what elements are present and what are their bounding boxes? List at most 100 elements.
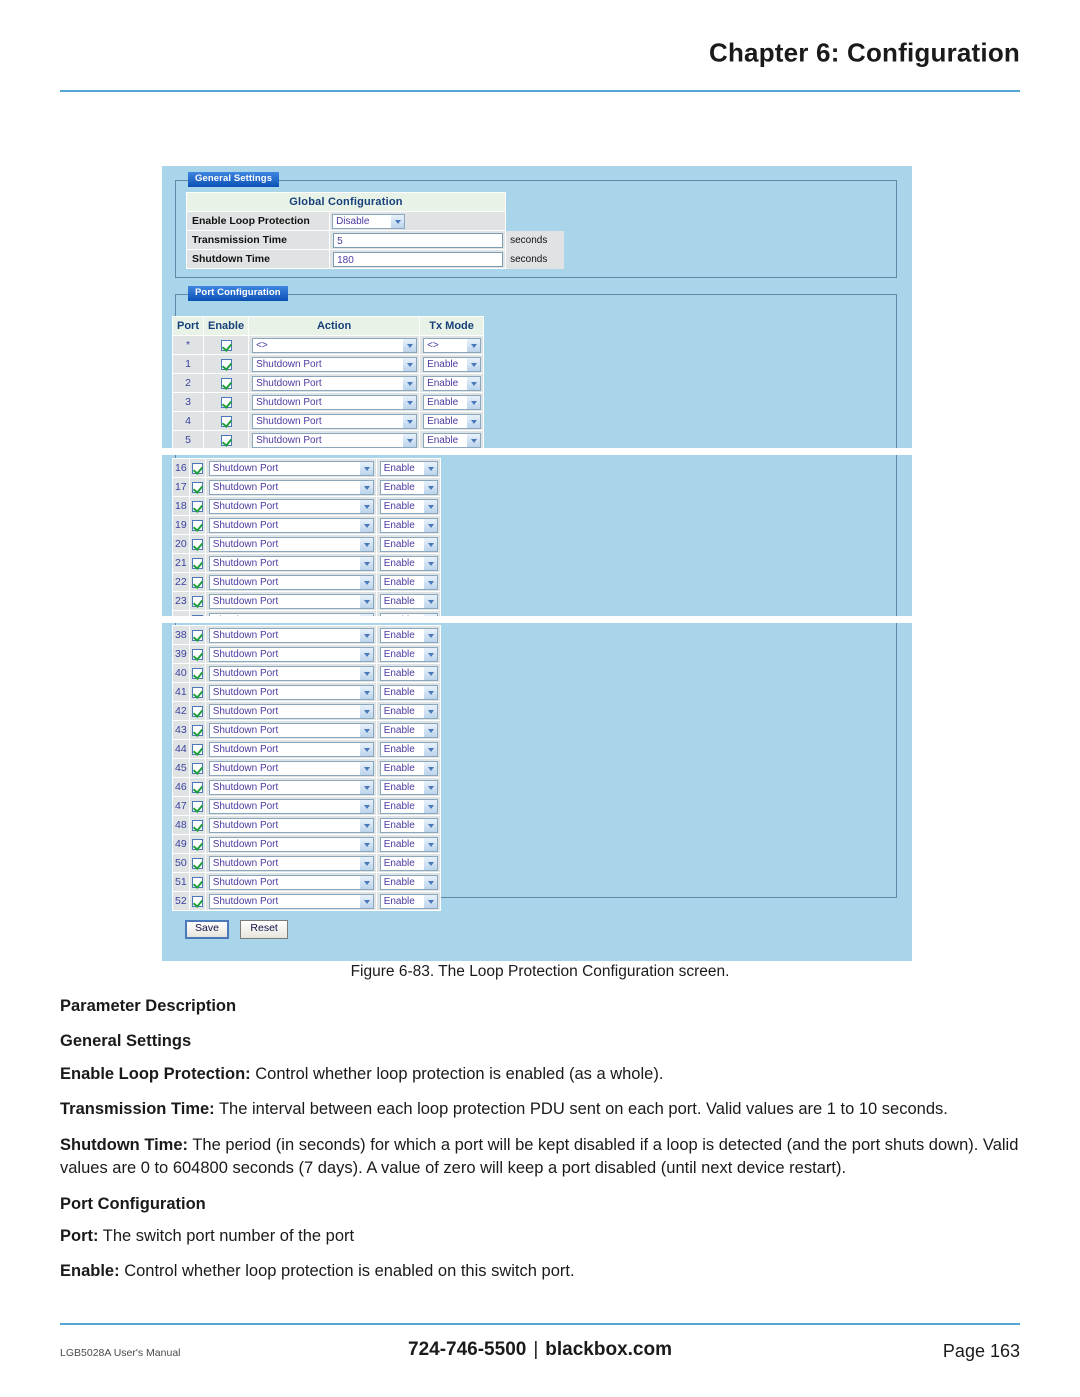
port-action-cell[interactable]: Shutdown Port [204,891,377,911]
chevron-down-icon[interactable] [358,818,373,832]
chevron-down-icon[interactable] [358,894,373,908]
chevron-down-icon[interactable] [422,518,437,532]
chevron-down-icon[interactable] [422,647,437,661]
chevron-down-icon[interactable] [422,742,437,756]
port-enable-cell[interactable] [202,373,250,393]
enable-checkbox[interactable] [191,648,203,660]
port-list-band-top[interactable]: Port Enable Action Tx Mode * <> <> 1 Shutdown Po… [162,305,912,451]
txmode-select[interactable]: Enable [379,855,438,871]
port-enable-cell[interactable] [188,739,206,759]
table-row[interactable]: * <> <> [172,335,485,355]
chevron-down-icon[interactable] [422,685,437,699]
port-txmode-cell[interactable]: <> [419,335,485,355]
enable-checkbox[interactable] [191,743,203,755]
port-enable-cell[interactable] [188,591,206,611]
enable-checkbox[interactable] [191,557,203,569]
txmode-select[interactable]: Enable [379,817,438,833]
port-enable-cell[interactable] [202,411,250,431]
port-enable-cell[interactable] [188,701,206,721]
action-select[interactable]: Shutdown Port [208,817,374,833]
enable-checkbox[interactable] [191,895,203,907]
port-action-cell[interactable]: Shutdown Port [204,796,377,816]
chevron-down-icon[interactable] [358,518,373,532]
table-row[interactable]: 46 Shutdown Port Enable [172,777,441,797]
action-select[interactable]: Shutdown Port [208,760,374,776]
action-select[interactable]: Shutdown Port [208,627,374,643]
port-action-cell[interactable]: Shutdown Port [204,815,377,835]
action-select[interactable]: Shutdown Port [208,779,374,795]
port-list-band-middle[interactable]: 16 Shutdown Port Enable 17 Shutdown Port Enab… [162,458,912,618]
port-action-cell[interactable]: Shutdown Port [204,553,377,573]
enable-checkbox[interactable] [220,396,232,408]
txmode-select[interactable]: Enable [379,460,438,476]
table-row[interactable]: 38 Shutdown Port Enable [172,625,441,645]
port-enable-cell[interactable] [188,720,206,740]
chevron-down-icon[interactable] [422,894,437,908]
chevron-down-icon[interactable] [466,414,481,428]
table-row[interactable]: 18 Shutdown Port Enable [172,496,441,516]
port-txmode-cell[interactable]: Enable [419,430,485,450]
enable-checkbox[interactable] [191,481,203,493]
txmode-select[interactable]: Enable [379,479,438,495]
port-txmode-cell[interactable]: Enable [375,477,441,497]
txmode-select[interactable]: Enable [379,741,438,757]
port-enable-cell[interactable] [188,796,206,816]
table-row[interactable]: 48 Shutdown Port Enable [172,815,441,835]
port-txmode-cell[interactable]: Enable [375,853,441,873]
chevron-down-icon[interactable] [358,594,373,608]
port-enable-cell[interactable] [202,354,250,374]
chevron-down-icon[interactable] [402,433,417,447]
action-select[interactable]: Shutdown Port [252,432,418,448]
txmode-select[interactable]: Enable [423,394,482,410]
action-select[interactable]: Shutdown Port [208,536,374,552]
port-enable-cell[interactable] [188,644,206,664]
action-select[interactable]: Shutdown Port [252,413,418,429]
port-enable-cell[interactable] [188,477,206,497]
port-enable-cell[interactable] [188,758,206,778]
txmode-select[interactable]: Enable [379,798,438,814]
chevron-down-icon[interactable] [422,556,437,570]
enable-checkbox[interactable] [220,339,232,351]
txmode-select[interactable]: Enable [379,555,438,571]
port-txmode-cell[interactable]: Enable [375,682,441,702]
chevron-down-icon[interactable] [466,395,481,409]
enable-checkbox[interactable] [191,857,203,869]
enable-checkbox[interactable] [191,629,203,641]
port-txmode-cell[interactable]: Enable [375,701,441,721]
chevron-down-icon[interactable] [402,357,417,371]
action-select[interactable]: Shutdown Port [208,684,374,700]
txmode-select[interactable]: Enable [379,684,438,700]
enable-checkbox[interactable] [191,781,203,793]
port-enable-cell[interactable] [202,392,250,412]
port-txmode-cell[interactable]: Enable [419,411,485,431]
txmode-select[interactable]: Enable [379,836,438,852]
txmode-select[interactable]: Enable [423,375,482,391]
chevron-down-icon[interactable] [422,704,437,718]
port-enable-cell[interactable] [188,515,206,535]
chevron-down-icon[interactable] [402,395,417,409]
chevron-down-icon[interactable] [422,628,437,642]
port-txmode-cell[interactable]: Enable [375,644,441,664]
port-txmode-cell[interactable]: Enable [375,553,441,573]
action-select[interactable]: Shutdown Port [208,479,374,495]
port-enable-cell[interactable] [188,777,206,797]
txmode-select[interactable]: Enable [379,665,438,681]
port-action-cell[interactable]: <> [248,335,421,355]
chevron-down-icon[interactable] [358,704,373,718]
table-row[interactable]: 2 Shutdown Port Enable [172,373,485,393]
table-row[interactable]: 41 Shutdown Port Enable [172,682,441,702]
chevron-down-icon[interactable] [422,780,437,794]
port-action-cell[interactable]: Shutdown Port [204,477,377,497]
action-select[interactable]: Shutdown Port [208,855,374,871]
txmode-select[interactable]: Enable [379,893,438,909]
port-action-cell[interactable]: Shutdown Port [248,430,421,450]
port-enable-cell[interactable] [188,625,206,645]
port-action-cell[interactable]: Shutdown Port [248,354,421,374]
txmode-select[interactable]: Enable [423,356,482,372]
table-row[interactable]: 44 Shutdown Port Enable [172,739,441,759]
txmode-select[interactable]: Enable [379,498,438,514]
port-enable-cell[interactable] [202,335,250,355]
chevron-down-icon[interactable] [402,338,417,352]
port-action-cell[interactable]: Shutdown Port [204,720,377,740]
table-row[interactable]: 16 Shutdown Port Enable [172,458,441,478]
